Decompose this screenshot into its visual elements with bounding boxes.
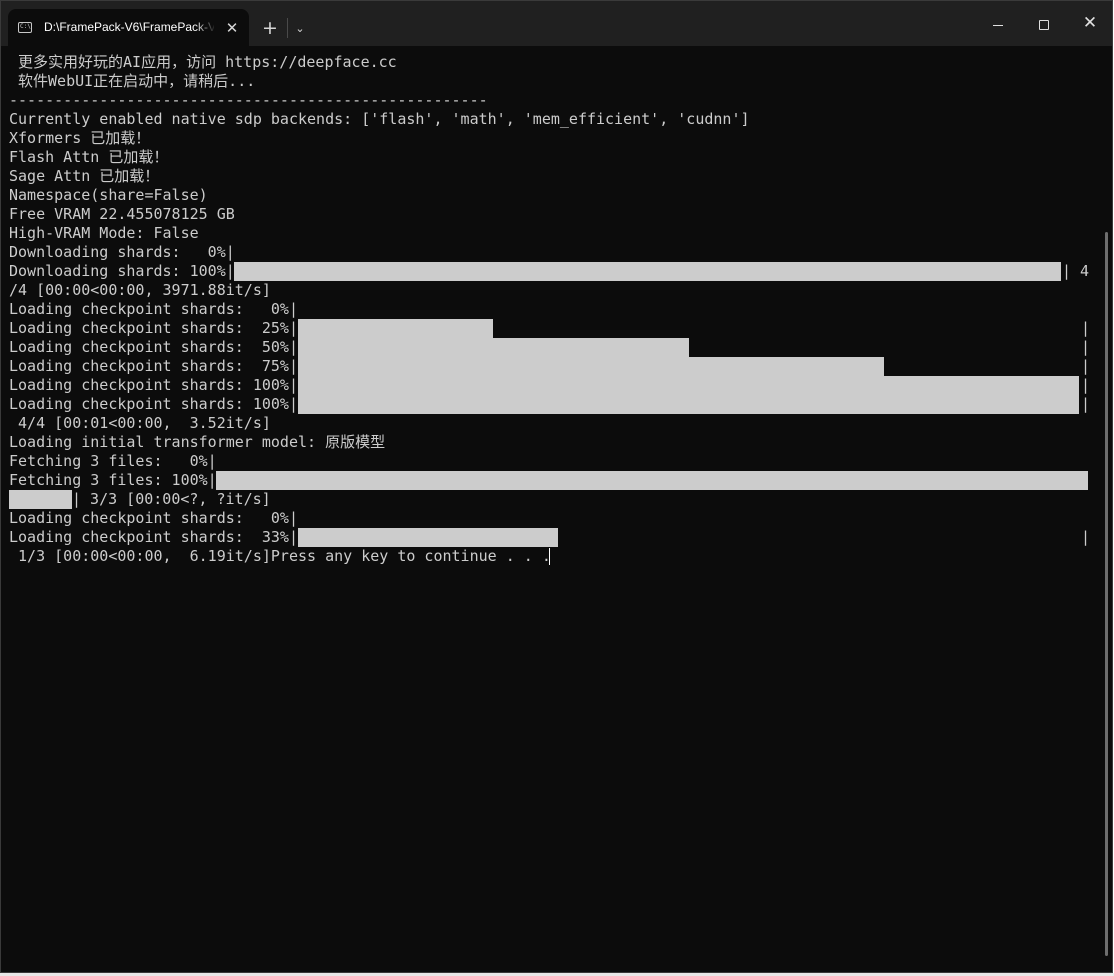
terminal-icon: C:\ [18, 22, 32, 33]
maximize-icon [1039, 20, 1049, 30]
progress-bar-end: | [1081, 319, 1091, 337]
console-line: Sage Attn 已加载！ [9, 167, 160, 185]
scrollbar[interactable] [1105, 232, 1108, 956]
console-line: 更多实用好玩的AI应用，访问 https://deepface.cc [9, 53, 397, 71]
minimize-icon [993, 25, 1003, 26]
console-line: 4/4 [00:01<00:00, 3.52it/s] [9, 414, 271, 432]
progress-bar-downloading [234, 262, 1061, 281]
new-tab-button[interactable]: + [257, 13, 283, 43]
progress-bar-end: | [1081, 395, 1091, 413]
console-line: Loading initial transformer model: 原版模型 [9, 433, 386, 451]
progress-bar-checkpoint-100 [298, 376, 1079, 395]
console-line: High-VRAM Mode: False [9, 224, 199, 242]
progress-bar-checkpoint-75 [298, 357, 884, 376]
chevron-down-icon[interactable]: ⌄ [290, 13, 310, 43]
console-line: | 3/3 [00:00<?, ?it/s] [72, 490, 271, 508]
console-line: Downloading shards: 100%| [9, 262, 235, 280]
tab-active[interactable]: C:\ D:\FramePack-V6\FramePack-V6 ✕ [8, 9, 249, 46]
console-line: Loading checkpoint shards: 100%| [9, 395, 298, 413]
console-line: Namespace(share=False) [9, 186, 208, 204]
tab-title-fade [194, 15, 216, 39]
console-line: Loading checkpoint shards: 0%| [9, 509, 298, 527]
progress-bar-end: | [1081, 376, 1091, 394]
maximize-button[interactable] [1021, 1, 1067, 46]
console-line: Loading checkpoint shards: 75%| [9, 357, 298, 375]
console-output[interactable]: 更多实用好玩的AI应用，访问 https://deepface.cc 软件Web… [1, 46, 1105, 972]
terminal-window: C:\ D:\FramePack-V6\FramePack-V6 ✕ + ⌄ ✕… [0, 0, 1113, 973]
console-line: Free VRAM 22.455078125 GB [9, 205, 235, 223]
console-line: /4 [00:00<00:00, 3971.88it/s] [9, 281, 271, 299]
download-suffix: | 4 [1062, 262, 1090, 280]
titlebar-divider [287, 18, 288, 38]
console-line: ----------------------------------------… [9, 91, 488, 109]
console-line: Loading checkpoint shards: 100%| [9, 376, 298, 394]
console-line: 1/3 [00:00<00:00, 6.19it/s]Press any key… [9, 547, 551, 565]
progress-bar-checkpoint-50 [298, 338, 689, 357]
progress-bar-checkpoint-33 [298, 528, 558, 547]
progress-bar-fetching-wrap [9, 490, 72, 509]
close-tab-icon[interactable]: ✕ [222, 18, 242, 38]
tab-title: D:\FramePack-V6\FramePack-V6 [44, 20, 214, 34]
progress-bar-checkpoint-100-final [298, 395, 1079, 414]
console-line: Loading checkpoint shards: 0%| [9, 300, 298, 318]
terminal-icon-glyph: C:\ [20, 23, 31, 30]
title-bar: C:\ D:\FramePack-V6\FramePack-V6 ✕ + ⌄ ✕ [1, 1, 1112, 46]
console-line: Loading checkpoint shards: 50%| [9, 338, 298, 356]
console-line: Loading checkpoint shards: 33%| [9, 528, 298, 546]
console-line: Loading checkpoint shards: 25%| [9, 319, 298, 337]
progress-bar-end: | [1081, 357, 1091, 375]
progress-bar-end: | [1081, 338, 1091, 356]
close-window-button[interactable]: ✕ [1067, 1, 1112, 46]
progress-bar-fetching [216, 471, 1088, 490]
console-line: Fetching 3 files: 100%| [9, 471, 217, 489]
text-cursor [549, 548, 550, 565]
close-icon: ✕ [1082, 13, 1098, 33]
console-line: Xformers 已加载！ [9, 129, 151, 147]
progress-bar-end: | [1081, 528, 1091, 546]
console-line: Fetching 3 files: 0%| [9, 452, 217, 470]
console-line: Downloading shards: 0%| [9, 243, 235, 261]
progress-bar-checkpoint-25 [298, 319, 493, 338]
console-line: 软件WebUI正在启动中，请稍后... [9, 72, 256, 90]
console-line: Flash Attn 已加载！ [9, 148, 169, 166]
console-line: Currently enabled native sdp backends: [… [9, 110, 750, 128]
minimize-button[interactable] [975, 1, 1021, 46]
